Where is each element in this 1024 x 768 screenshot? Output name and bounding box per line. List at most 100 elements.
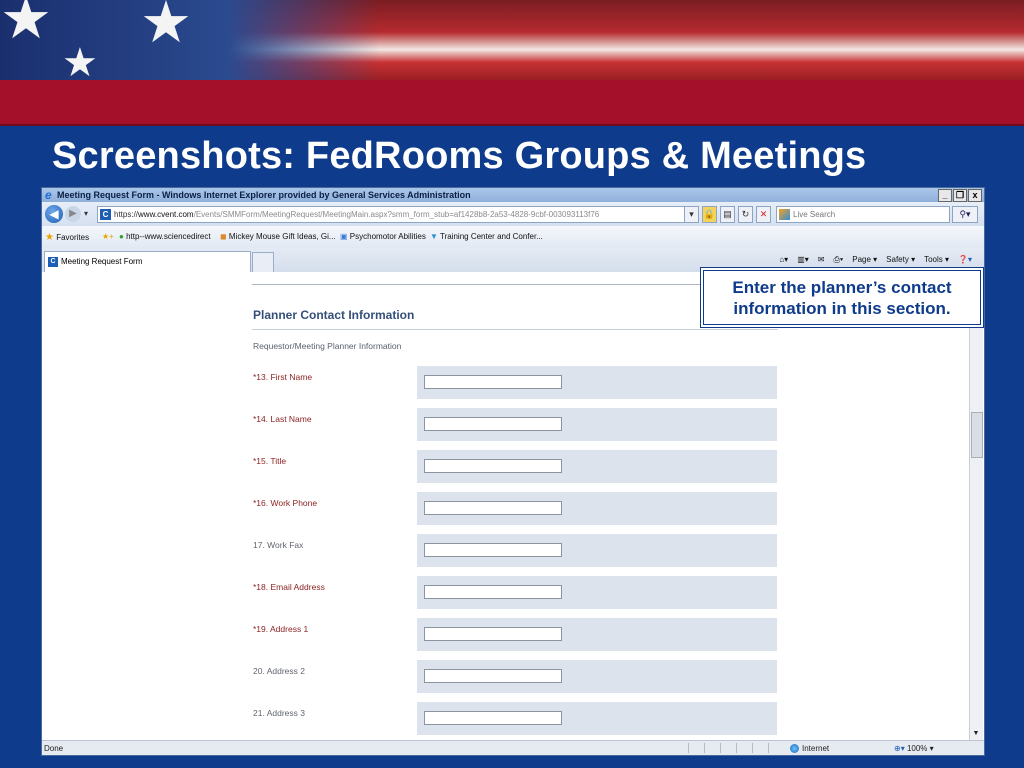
address-dropdown-button[interactable]: ▾ [684,206,699,223]
star-icon: ★ [140,0,192,55]
lock-icon[interactable]: 🔒 [702,206,717,223]
mail-icon[interactable]: ✉ [818,255,825,265]
field-row-title: *15. Title [253,450,777,483]
fav-link-label: Psychomotor Abilities [349,232,426,241]
fav-link-psychomotor[interactable]: ▣ Psychomotor Abilities [340,232,426,241]
back-button[interactable]: ◀ [45,205,63,223]
url-path: /Events/SMMForm/MeetingRequest/MeetingMa… [193,210,600,219]
zone-label: Internet [802,744,830,753]
favorites-star-icon: ★ [45,232,54,243]
security-zone[interactable]: Internet [790,744,830,754]
address-bar-row: ◀ ▶ ▾ Chttps://www.cvent.com/Events/SMMF… [42,202,984,226]
status-panel [736,743,751,753]
close-button[interactable]: x [968,189,982,202]
scroll-down-button[interactable]: ▼ [971,729,981,739]
tab-meeting-request-form[interactable]: C Meeting Request Form [44,251,251,273]
instruction-callout: Enter the planner’s contact information … [703,270,981,325]
field-row-email: *18. Email Address [253,576,777,609]
minimize-button[interactable]: _ [938,189,952,202]
field-row-work-fax: 17. Work Fax [253,534,777,567]
email-input[interactable] [424,585,562,599]
cvent-favicon-icon: C [100,209,111,220]
address-input[interactable]: Chttps://www.cvent.com/Events/SMMForm/Me… [97,206,699,223]
safety-menu[interactable]: Safety ▾ [886,255,915,265]
forward-button[interactable]: ▶ [65,206,81,222]
page-menu[interactable]: Page ▾ [852,255,877,265]
compatibility-icon[interactable]: ▤ [720,206,735,223]
favorites-button[interactable]: ★ Favorites [45,232,89,243]
status-bar: Done Internet ⊕▾ 100% ▾ [42,740,984,755]
field-label: 20. Address 2 [253,666,305,676]
favorites-label: Favorites [56,233,90,242]
help-icon[interactable]: ❓▾ [958,255,972,265]
field-band [417,450,777,483]
fav-link-label: Training Center and Confer... [440,232,543,241]
restore-button[interactable]: ❐ [953,189,967,202]
top-divider [252,284,778,285]
field-label: *16. Work Phone [253,498,318,508]
history-dropdown-icon[interactable]: ▾ [84,209,88,218]
status-panel [752,743,767,753]
address-controls: ▾ 🔒 ▤ ↻ ✕ [684,206,771,223]
field-band [417,660,777,693]
status-panel [720,743,735,753]
star-icon: ★ [0,0,52,51]
tools-menu[interactable]: Tools ▾ [924,255,949,265]
field-band [417,366,777,399]
title-input[interactable] [424,459,562,473]
fav-link-training[interactable]: ▼ Training Center and Confer... [430,232,543,241]
work-phone-input[interactable] [424,501,562,515]
window-titlebar: e Meeting Request Form - Windows Interne… [42,188,984,202]
ie-logo-icon: e [45,188,52,202]
flag-stars: ★ ★ ★ [0,0,380,80]
field-band [417,576,777,609]
first-name-input[interactable] [424,375,562,389]
scrollbar-thumb[interactable] [971,412,983,458]
address-1-input[interactable] [424,627,562,641]
star-icon: ★ [62,41,98,80]
cvent-favicon-icon: C [48,256,58,267]
command-bar: ⌂▾ ▥▾ ✉ ⎙▾ Page ▾ Safety ▾ Tools ▾ ❓▾ [779,255,972,265]
window-controls: _ ❐ x [938,189,982,202]
new-tab-button[interactable] [252,252,274,273]
search-button[interactable]: ⚲▾ [952,206,978,223]
fav-link-label: http--www.sciencedirect [126,232,211,241]
print-icon[interactable]: ⎙▾ [833,255,843,265]
field-label: 21. Address 3 [253,708,305,718]
live-search-icon [779,209,790,220]
fav-link-mickey[interactable]: ◼ Mickey Mouse Gift Ideas, Gi... [220,232,336,241]
last-name-input[interactable] [424,417,562,431]
refresh-button[interactable]: ↻ [738,206,753,223]
status-panel [768,743,783,753]
zoom-control[interactable]: ⊕▾ 100% ▾ [894,744,934,753]
status-text: Done [44,744,64,753]
home-icon[interactable]: ⌂▾ [779,255,788,265]
field-label: *19. Address 1 [253,624,309,634]
stop-button[interactable]: ✕ [756,206,771,223]
field-row-work-phone: *16. Work Phone [253,492,777,525]
fav-link-sciencedirect[interactable]: ● http--www.sciencedirect [119,232,211,241]
work-fax-input[interactable] [424,543,562,557]
tab-label: Meeting Request Form [61,257,143,266]
field-band [417,618,777,651]
field-label: 17. Work Fax [253,540,304,550]
page-content: Planner Contact Information Requestor/Me… [42,272,968,740]
field-row-address-2: 20. Address 2 [253,660,777,693]
red-band [0,80,1024,126]
field-row-last-name: *14. Last Name [253,408,777,441]
field-band [417,702,777,735]
field-band [417,492,777,525]
feeds-icon[interactable]: ▥▾ [797,255,809,265]
zoom-icon: ⊕▾ [894,744,905,753]
address-2-input[interactable] [424,669,562,683]
zoom-level: 100% [906,744,928,753]
address-3-input[interactable] [424,711,562,725]
vertical-scrollbar[interactable]: ▼ [969,272,983,740]
field-label: *13. First Name [253,372,313,382]
search-input[interactable]: Live Search [776,206,950,223]
field-label: *15. Title [253,456,287,466]
search-placeholder: Live Search [793,210,836,219]
status-panels [688,743,783,753]
field-row-first-name: *13. First Name [253,366,777,399]
add-favorite-icon[interactable]: ★+ [102,232,114,241]
